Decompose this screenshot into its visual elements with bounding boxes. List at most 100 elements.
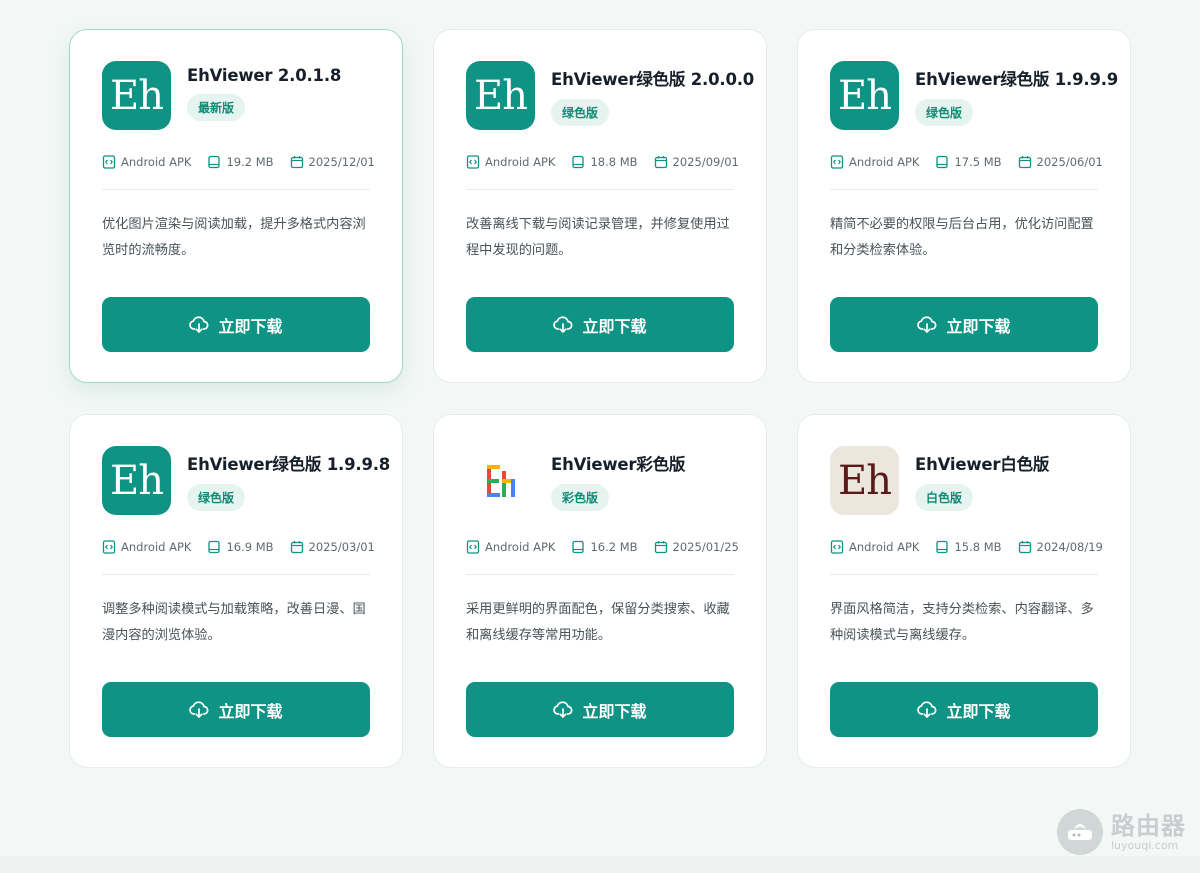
app-logo: Eh — [102, 446, 171, 515]
divider — [466, 574, 734, 575]
calendar-icon — [654, 541, 667, 554]
platform-text: Android APK — [121, 155, 192, 169]
version-title: EhViewer绿色版 1.9.9.9 — [915, 70, 1119, 89]
divider — [830, 574, 1098, 575]
version-description: 改善离线下载与阅读记录管理，并修复使用过程中发现的问题。 — [466, 217, 730, 258]
download-button[interactable]: 立即下载 — [102, 297, 370, 352]
size-meta: 19.2 MB — [207, 155, 274, 169]
version-title: EhViewer彩色版 — [551, 455, 686, 474]
watermark: 路由器 luyouqi.com — [1057, 809, 1186, 855]
app-logo-text: Eh — [474, 72, 528, 119]
download-button-label: 立即下载 — [582, 701, 647, 721]
platform-text: Android APK — [485, 155, 556, 169]
platform-meta: Android APK — [466, 540, 555, 554]
calendar-icon — [290, 541, 303, 554]
version-card: Eh EhViewer白色版 白色版 Android APK 15.8 MB 2… — [797, 414, 1131, 768]
size-text: 19.2 MB — [226, 155, 274, 169]
card-header: Eh EhViewer绿色版 1.9.9.8 绿色版 — [102, 446, 390, 515]
version-title: EhViewer绿色版 1.9.9.8 — [187, 455, 391, 474]
size-meta: 16.2 MB — [571, 540, 638, 554]
date-meta: 2025/01/25 — [654, 540, 739, 554]
size-meta: 17.5 MB — [935, 155, 1002, 169]
code-file-icon — [102, 540, 116, 554]
calendar-icon — [654, 156, 667, 169]
download-button[interactable]: 立即下载 — [830, 682, 1098, 737]
date-text: 2025/12/01 — [308, 155, 375, 169]
size-text: 15.8 MB — [954, 540, 1002, 554]
meta-row: Android APK 15.8 MB 2024/08/19 — [830, 538, 1103, 556]
drive-icon — [572, 155, 585, 169]
size-text: 16.2 MB — [590, 540, 638, 554]
version-title: EhViewer白色版 — [915, 455, 1050, 474]
watermark-name: 路由器 — [1111, 811, 1186, 840]
card-header: Eh EhViewer绿色版 2.0.0.0 绿色版 — [466, 61, 754, 130]
version-card: Eh EhViewer绿色版 1.9.9.9 绿色版 Android APK 1… — [797, 29, 1131, 383]
download-button[interactable]: 立即下载 — [466, 682, 734, 737]
download-button[interactable]: 立即下载 — [102, 682, 370, 737]
drive-icon — [936, 540, 949, 554]
version-badge: 白色版 — [915, 484, 974, 511]
size-meta: 18.8 MB — [571, 155, 638, 169]
platform-meta: Android APK — [466, 155, 555, 169]
platform-text: Android APK — [849, 155, 920, 169]
drive-icon — [208, 540, 221, 554]
app-logo-text: Eh — [110, 457, 164, 504]
platform-text: Android APK — [485, 540, 556, 554]
app-logo: Eh — [466, 61, 535, 130]
version-card: Eh EhViewer 2.0.1.8 最新版 Android APK 19.2… — [69, 29, 403, 383]
download-button-label: 立即下载 — [582, 316, 647, 336]
version-badge: 绿色版 — [187, 484, 246, 511]
version-badge: 绿色版 — [915, 99, 974, 126]
size-meta: 16.9 MB — [207, 540, 274, 554]
date-meta: 2025/09/01 — [654, 155, 739, 169]
divider — [102, 574, 370, 575]
color-eh-logo-icon — [486, 464, 515, 497]
meta-row: Android APK 17.5 MB 2025/06/01 — [830, 153, 1103, 171]
card-header: Eh EhViewer 2.0.1.8 最新版 — [102, 61, 370, 130]
app-logo: Eh — [102, 61, 171, 130]
size-meta: 15.8 MB — [935, 540, 1002, 554]
date-text: 2025/01/25 — [672, 540, 739, 554]
download-button[interactable]: 立即下载 — [830, 297, 1098, 352]
platform-meta: Android APK — [102, 155, 191, 169]
drive-icon — [936, 155, 949, 169]
cloud-download-icon — [189, 700, 209, 718]
cloud-download-icon — [553, 700, 573, 718]
code-file-icon — [830, 155, 844, 169]
download-grid: Eh EhViewer 2.0.1.8 最新版 Android APK 19.2… — [69, 29, 1132, 768]
code-file-icon — [466, 155, 480, 169]
version-title: EhViewer绿色版 2.0.0.0 — [551, 70, 755, 89]
download-button-label: 立即下载 — [218, 316, 283, 336]
divider — [830, 189, 1098, 190]
size-text: 18.8 MB — [590, 155, 638, 169]
version-title: EhViewer 2.0.1.8 — [187, 66, 342, 85]
app-logo-text: Eh — [838, 457, 892, 504]
download-button-label: 立即下载 — [946, 701, 1011, 721]
divider — [102, 189, 370, 190]
date-text: 2025/09/01 — [672, 155, 739, 169]
meta-row: Android APK 16.2 MB 2025/01/25 — [466, 538, 739, 556]
download-button[interactable]: 立即下载 — [466, 297, 734, 352]
platform-meta: Android APK — [102, 540, 191, 554]
card-header: EhViewer彩色版 彩色版 — [466, 446, 734, 514]
version-badge: 彩色版 — [551, 484, 610, 511]
date-meta: 2025/12/01 — [290, 155, 375, 169]
date-meta: 2025/03/01 — [290, 540, 375, 554]
version-description: 界面风格简洁，支持分类检索、内容翻译、多种阅读模式与离线缓存。 — [830, 602, 1094, 643]
version-description: 精简不必要的权限与后台占用，优化访问配置和分类检索体验。 — [830, 217, 1094, 258]
cloud-download-icon — [917, 315, 937, 333]
card-header: Eh EhViewer白色版 白色版 — [830, 446, 1098, 515]
date-text: 2024/08/19 — [1036, 540, 1103, 554]
meta-row: Android APK 16.9 MB 2025/03/01 — [102, 538, 375, 556]
version-card: EhViewer彩色版 彩色版 Android APK 16.2 MB 2025… — [433, 414, 767, 768]
version-description: 优化图片渲染与阅读加载，提升多格式内容浏览时的流畅度。 — [102, 217, 366, 258]
version-card: Eh EhViewer绿色版 1.9.9.8 绿色版 Android APK 1… — [69, 414, 403, 768]
platform-meta: Android APK — [830, 540, 919, 554]
router-icon — [1057, 809, 1103, 855]
code-file-icon — [830, 540, 844, 554]
platform-text: Android APK — [121, 540, 192, 554]
download-button-label: 立即下载 — [218, 701, 283, 721]
date-text: 2025/06/01 — [1036, 155, 1103, 169]
cloud-download-icon — [553, 315, 573, 333]
app-logo: Eh — [830, 446, 899, 515]
